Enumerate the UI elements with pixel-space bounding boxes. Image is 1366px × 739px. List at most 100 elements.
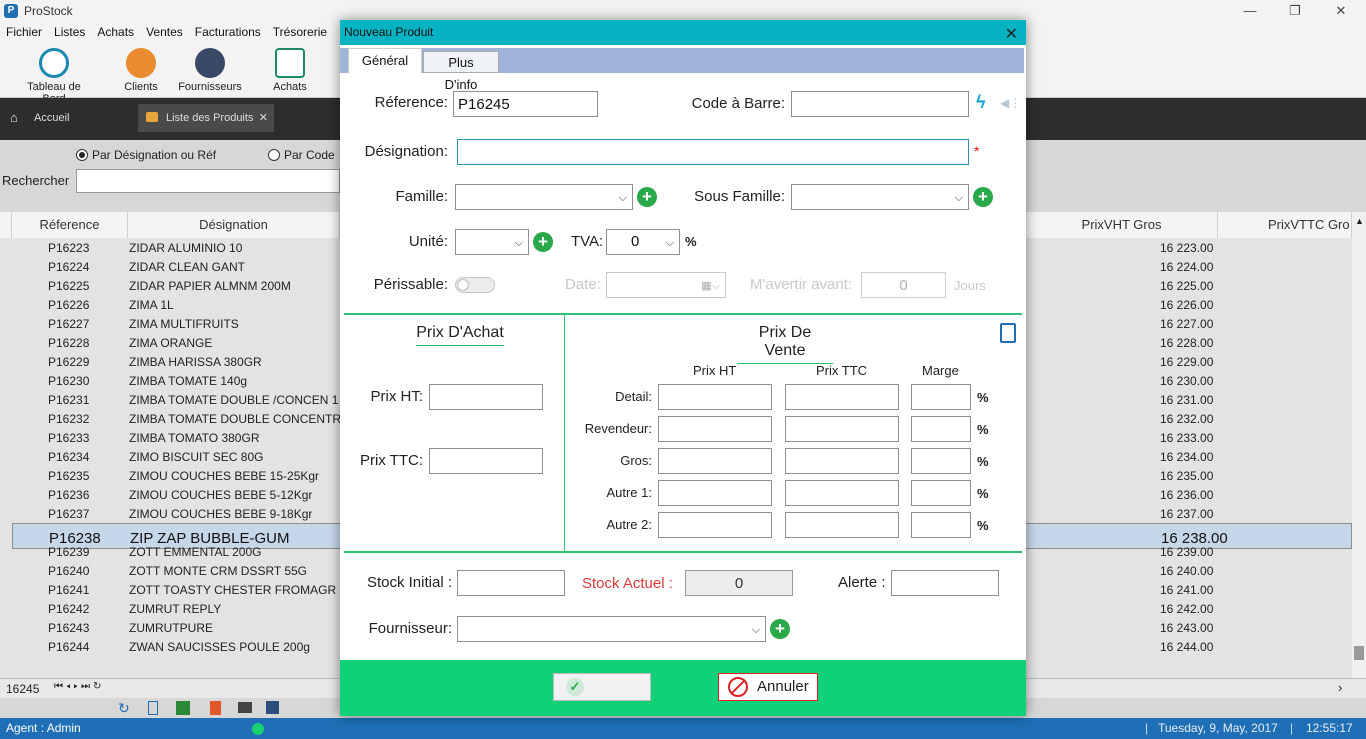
menu-facturations[interactable]: Facturations [189,25,267,39]
calculator-small-icon[interactable] [148,701,158,715]
cancel-button[interactable]: Annuler [718,673,818,701]
reference-input[interactable] [453,91,598,117]
close-app-icon[interactable]: ✕ [1331,2,1351,20]
barcode-scan-icon[interactable]: ◀⋮ [1000,96,1021,112]
divider-vertical [564,315,565,553]
tab-accueil[interactable]: ⌂ Accueil [6,104,132,132]
close-tab-icon[interactable]: ✕ [259,104,268,132]
alerte-input[interactable] [891,570,999,596]
vente-ttc-input[interactable] [785,416,899,442]
maximize-icon[interactable]: ❐ [1285,2,1305,20]
vente-ttc-input[interactable] [785,512,899,538]
cell-designation: ZIDAR CLEAN GANT [129,260,246,274]
dialog-title: Nouveau Produit [344,25,434,39]
vente-ttc-input[interactable] [785,480,899,506]
menu-fichier[interactable]: Fichier [0,25,48,39]
purchases-button[interactable]: Achats [270,48,310,93]
tab-products-label: Liste des Produits [166,112,254,124]
close-icon[interactable]: ✕ [1005,22,1018,47]
vente-ht-input[interactable] [658,448,772,474]
tab-general[interactable]: Général [348,48,422,73]
calculator-icon[interactable] [1000,323,1016,343]
scroll-up-icon[interactable]: ▲ [1355,216,1364,226]
marge-percent: % [977,518,989,533]
menu-tresorerie[interactable]: Trésorerie [267,25,333,39]
avertir-input[interactable] [861,272,946,298]
vente-marge-input[interactable] [911,384,971,410]
alerte-label: Alerte : [838,574,886,591]
pdf-icon[interactable] [210,701,221,715]
barcode-label: Code à Barre: [691,95,785,112]
marge-percent: % [977,486,989,501]
grid-corner [0,212,12,238]
tva-select[interactable]: 0 ⌵ [606,229,680,255]
add-famille-icon[interactable]: + [637,187,657,207]
radio-by-designation[interactable] [76,149,88,161]
vente-ht-input[interactable] [658,384,772,410]
vente-marge-input[interactable] [911,512,971,538]
refresh-icon[interactable]: ↻ [118,700,130,717]
print-icon[interactable] [238,702,252,713]
grid-scrollbar[interactable]: ▲ [1352,212,1366,678]
vente-ht-input[interactable] [658,512,772,538]
cell-prix-ht-gros: 16 224.00 [1160,260,1214,274]
add-sous-famille-icon[interactable]: + [973,187,993,207]
clients-label: Clients [124,81,158,93]
menu-achats[interactable]: Achats [91,25,140,39]
date-picker[interactable]: ▦⌵ [606,272,726,298]
cell-designation: ZIMA 1L [129,298,174,312]
clients-button[interactable]: Clients [118,48,164,93]
cell-designation: ZWAN SAUCISSES POULE 200g [129,640,310,654]
dashboard-button[interactable]: Tableau de Bord [14,48,94,105]
col-header-ref[interactable]: Réference [12,212,128,238]
col-header-pvht-gros[interactable]: PrixVHT Gros [1026,212,1218,238]
purchases-label: Achats [273,81,307,93]
vente-ttc-input[interactable] [785,448,899,474]
vente-ht-input[interactable] [658,480,772,506]
vente-marge-input[interactable] [911,480,971,506]
cell-prix-ht-gros: 16 231.00 [1160,393,1214,407]
calendar-dropdown-icon: ▦⌵ [701,280,720,292]
menu-ventes[interactable]: Ventes [140,25,189,39]
cell-designation: ZIMO BISCUIT SEC 80G [129,450,264,464]
marge-percent: % [977,390,989,405]
cell-ref: P16223 [48,241,90,255]
save-button[interactable]: ✓ [553,673,651,701]
stock-initial-input[interactable] [457,570,565,596]
save-icon[interactable] [266,701,279,714]
fournisseur-select[interactable]: ⌵ [457,616,766,642]
minimize-icon[interactable]: — [1240,2,1260,20]
search-input[interactable] [76,169,340,193]
vente-marge-input[interactable] [911,448,971,474]
perissable-toggle[interactable] [455,277,495,293]
unite-select[interactable]: ⌵ [455,229,529,255]
tab-products[interactable]: Liste des Produits ✕ [138,104,274,132]
status-time: 12:55:17 [1306,721,1353,735]
famille-select[interactable]: ⌵ [455,184,633,210]
prix-ht-achat-input[interactable] [429,384,543,410]
scroll-right-icon[interactable]: › [1338,680,1342,695]
vente-ttc-input[interactable] [785,384,899,410]
prix-ttc-achat-input[interactable] [429,448,543,474]
lightning-generate-icon[interactable]: ϟ [976,92,986,113]
record-nav-icons[interactable]: ⏮◂▸⏭↻ [54,681,104,692]
col-header-designation[interactable]: Désignation [128,212,340,238]
designation-input[interactable] [457,139,969,165]
col-header-pvttc-gros[interactable]: PrixVTTC Gro [1218,212,1352,238]
add-unite-icon[interactable]: + [533,232,553,252]
jours-label: Jours [954,278,986,293]
vente-marge-input[interactable] [911,416,971,442]
suppliers-button[interactable]: Fournisseurs [178,48,242,93]
scroll-thumb[interactable] [1354,646,1364,660]
vente-row-label: Autre 2: [606,517,652,532]
menu-listes[interactable]: Listes [48,25,91,39]
tab-plus-info[interactable]: Plus D'info [423,51,499,92]
barcode-input[interactable] [791,91,969,117]
add-fournisseur-icon[interactable]: + [770,619,790,639]
radio-by-code[interactable] [268,149,280,161]
excel-icon[interactable] [176,701,190,715]
sous-famille-select[interactable]: ⌵ [791,184,969,210]
cell-ref: P16233 [48,431,90,445]
record-count: 16245 [6,682,40,696]
vente-ht-input[interactable] [658,416,772,442]
